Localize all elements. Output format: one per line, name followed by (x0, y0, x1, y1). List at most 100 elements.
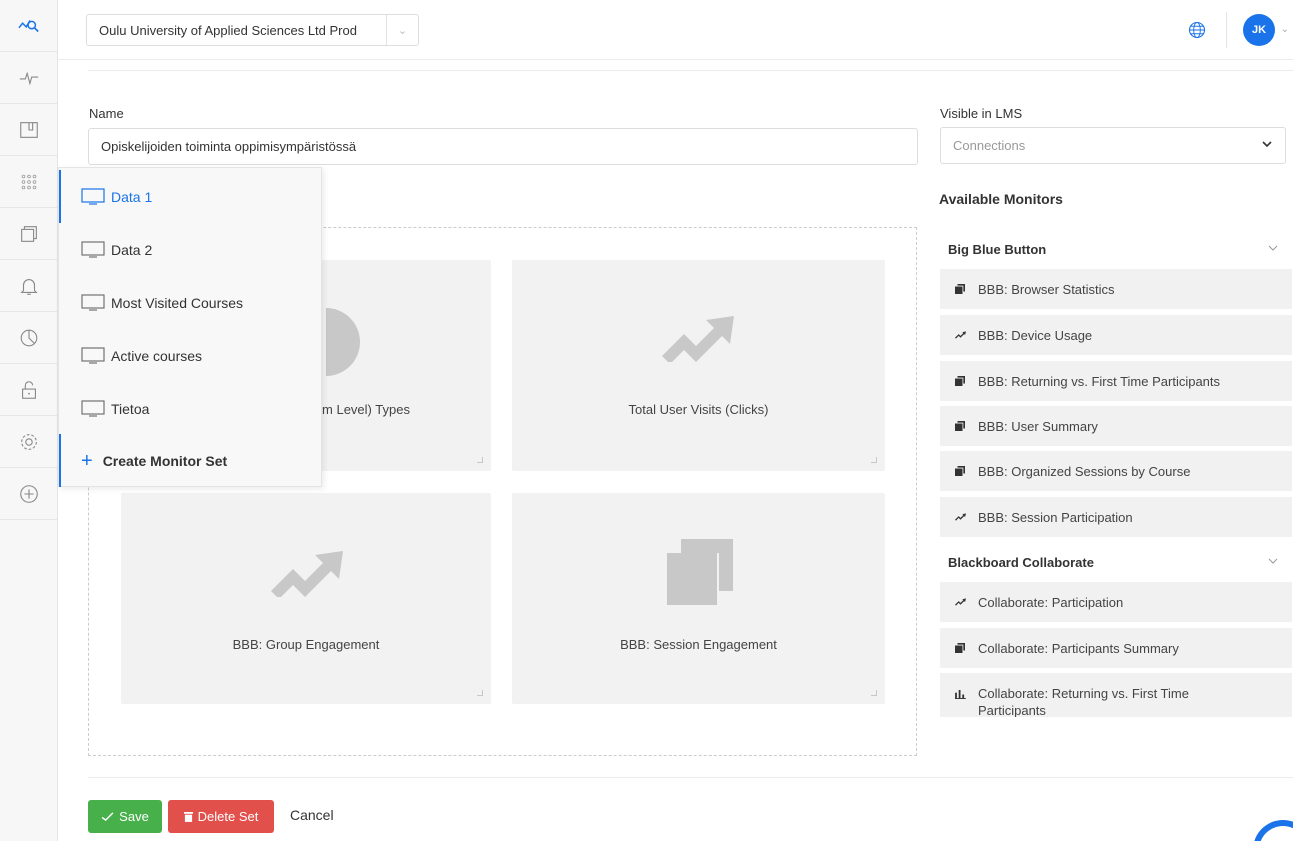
save-label: Save (119, 809, 149, 824)
bar-chart-icon (954, 688, 966, 700)
monitor-tile[interactable]: BBB: Session Engagement (512, 493, 885, 704)
create-monitor-set-button[interactable]: + Create Monitor Set (59, 434, 321, 487)
organization-select[interactable]: Oulu University of Applied Sciences Ltd … (86, 14, 419, 46)
lock-icon[interactable] (0, 364, 58, 416)
monitor-icon (81, 293, 105, 311)
name-label: Name (89, 106, 124, 121)
monitor-set-menu: Data 1 Data 2 Most Visited Courses Activ… (58, 167, 322, 487)
pie-chart-icon[interactable] (0, 312, 58, 364)
monitor-item[interactable]: BBB: User Summary (940, 406, 1292, 446)
menu-item-label: Tietoa (111, 400, 150, 417)
tile-caption: BBB: Session Engagement (620, 637, 777, 652)
monitor-item[interactable]: Collaborate: Participation (940, 582, 1292, 622)
monitor-item[interactable]: BBB: Organized Sessions by Course (940, 451, 1292, 491)
monitor-tile[interactable]: Total User Visits (Clicks) (512, 260, 885, 471)
resize-handle[interactable] (477, 690, 483, 696)
delete-label: Delete Set (197, 809, 259, 824)
logo-icon[interactable] (0, 0, 58, 52)
resize-handle[interactable] (477, 457, 483, 463)
monitor-item-label: Collaborate: Participation (978, 594, 1124, 610)
monitor-item-label: BBB: Returning vs. First Time Participan… (978, 373, 1221, 389)
trend-icon (954, 511, 966, 523)
monitor-item-label: BBB: Device Usage (978, 327, 1093, 343)
monitor-item-label: BBB: User Summary (978, 418, 1098, 434)
nav-rail (0, 0, 58, 841)
avatar[interactable]: JK (1243, 14, 1275, 46)
monitor-item-label: BBB: Organized Sessions by Course (978, 463, 1191, 479)
grid-icon[interactable] (0, 156, 58, 208)
group-header-big-blue-button[interactable]: Big Blue Button (940, 231, 1288, 267)
gear-icon[interactable] (0, 416, 58, 468)
monitor-item-label: Collaborate: Participants Summary (978, 640, 1179, 656)
menu-item-label: Data 2 (111, 241, 153, 258)
resize-handle[interactable] (871, 690, 877, 696)
trend-icon (954, 596, 966, 608)
trend-icon (954, 329, 966, 341)
monitor-icon (81, 399, 105, 417)
menu-item-active-courses[interactable]: Active courses (59, 329, 321, 382)
menu-item-data-2[interactable]: Data 2 (59, 223, 321, 276)
divider (88, 777, 1293, 778)
stack-icon (667, 539, 733, 605)
monitor-item-label: Collaborate: Returning vs. First Time Pa… (978, 686, 1189, 717)
monitor-item[interactable]: BBB: Browser Statistics (940, 269, 1292, 309)
chevron-down-icon (1268, 245, 1278, 251)
stack-icon (954, 465, 966, 477)
copy-icon[interactable] (0, 208, 58, 260)
available-monitors-title: Available Monitors (939, 191, 1063, 207)
monitor-tile[interactable]: BBB: Group Engagement (121, 493, 491, 704)
stack-icon (954, 420, 966, 432)
top-bar: Oulu University of Applied Sciences Ltd … (58, 0, 1293, 60)
cancel-button[interactable]: Cancel (290, 807, 334, 823)
group-name: Blackboard Collaborate (948, 554, 1094, 570)
chevron-down-icon[interactable]: ⌄ (1281, 24, 1289, 35)
stack-icon (954, 283, 966, 295)
help-chat-icon[interactable] (1253, 820, 1293, 841)
stack-icon (954, 642, 966, 654)
tile-caption: BBB: Group Engagement (232, 637, 380, 652)
monitor-item[interactable]: Collaborate: Returning vs. First Time Pa… (940, 673, 1292, 717)
monitor-item-label: BBB: Session Participation (978, 509, 1133, 525)
monitor-item[interactable]: BBB: Session Participation (940, 497, 1292, 537)
chevron-down-icon (1262, 141, 1272, 148)
lms-placeholder: Connections (953, 138, 1026, 153)
delete-set-button[interactable]: Delete Set (168, 800, 274, 833)
divider (1226, 12, 1227, 48)
trend-icon (271, 551, 343, 597)
chevron-down-icon[interactable]: ⌄ (386, 15, 418, 45)
monitor-item[interactable]: BBB: Device Usage (940, 315, 1292, 355)
menu-item-label: Most Visited Courses (111, 294, 244, 311)
monitor-item[interactable]: BBB: Returning vs. First Time Participan… (940, 361, 1292, 401)
monitor-icon (81, 240, 105, 258)
resize-handle[interactable] (871, 457, 877, 463)
monitor-item[interactable]: Collaborate: Participants Summary (940, 628, 1292, 668)
divider (88, 70, 1293, 71)
monitor-item-label: BBB: Browser Statistics (978, 281, 1115, 297)
organization-name: Oulu University of Applied Sciences Ltd … (99, 22, 357, 38)
tile-caption: Total User Visits (Clicks) (628, 402, 769, 417)
chevron-down-icon (1268, 558, 1278, 564)
menu-item-most-visited-courses[interactable]: Most Visited Courses (59, 276, 321, 329)
lms-label: Visible in LMS (940, 106, 1023, 121)
menu-item-label: Data 1 (111, 188, 153, 205)
trend-icon (662, 316, 734, 362)
group-name: Big Blue Button (948, 241, 1047, 257)
globe-icon[interactable] (1187, 20, 1207, 40)
name-input[interactable]: Opiskelijoiden toiminta oppimisympäristö… (88, 128, 918, 165)
group-header-blackboard-collaborate[interactable]: Blackboard Collaborate (940, 544, 1288, 580)
check-icon (101, 812, 114, 821)
monitor-icon (81, 187, 105, 205)
board-icon[interactable] (0, 104, 58, 156)
menu-item-tietoa[interactable]: Tietoa (59, 382, 321, 435)
activity-icon[interactable] (0, 52, 58, 104)
menu-item-label: Active courses (111, 347, 203, 364)
trash-icon (183, 812, 193, 822)
lms-connections-select[interactable]: Connections (940, 127, 1286, 164)
bell-icon[interactable] (0, 260, 58, 312)
menu-item-data-1[interactable]: Data 1 (59, 170, 321, 223)
save-button[interactable]: Save (88, 800, 162, 833)
plus-icon: + (81, 449, 93, 472)
add-icon[interactable] (0, 468, 58, 520)
create-monitor-set-label: Create Monitor Set (102, 452, 228, 469)
stack-icon (954, 375, 966, 387)
